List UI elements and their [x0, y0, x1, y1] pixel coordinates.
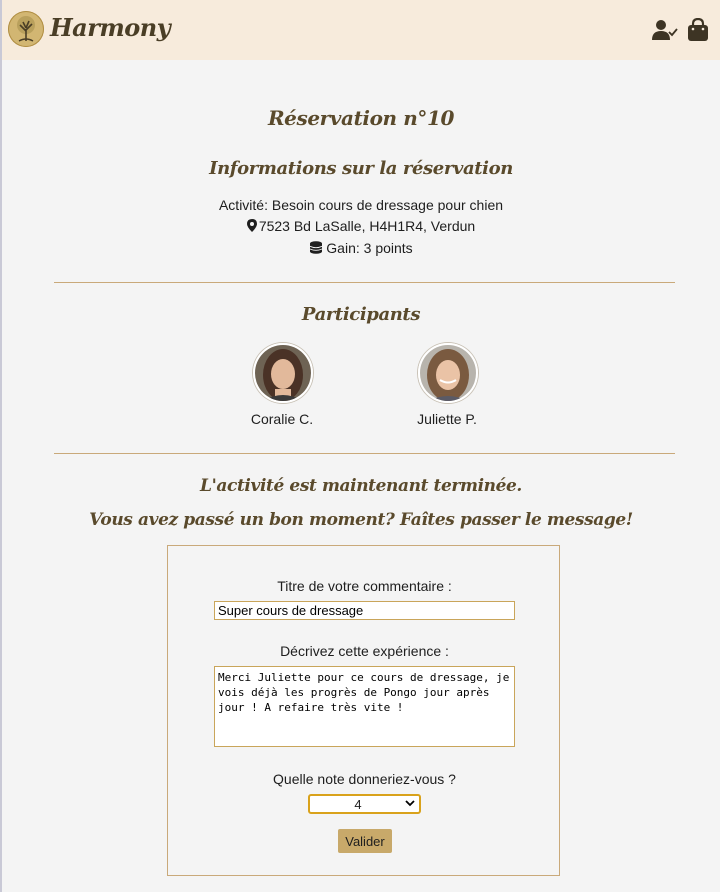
avatar[interactable]: [418, 343, 478, 403]
user-check-icon[interactable]: [652, 18, 678, 42]
map-marker-icon: [246, 219, 257, 232]
rating-select[interactable]: 4: [308, 794, 421, 814]
rating-label: Quelle note donneriez-vous ?: [273, 771, 456, 787]
description-textarea[interactable]: Merci Juliette pour ce cours de dressage…: [214, 666, 515, 747]
description-label: Décrivez cette expérience :: [280, 643, 449, 659]
brand-name[interactable]: Harmony: [50, 13, 171, 42]
divider: [54, 282, 675, 283]
info-heading: Informations sur la réservation: [209, 158, 513, 179]
avatar[interactable]: [253, 343, 313, 403]
gain-text: Gain: 3 points: [326, 240, 413, 256]
shopping-bag-icon[interactable]: [687, 18, 709, 42]
chevron-down-icon: [405, 800, 415, 807]
gain-line: Gain: 3 points: [2, 240, 720, 256]
navbar: Harmony: [2, 0, 720, 60]
comment-title-input[interactable]: [214, 601, 515, 620]
participants-heading: Participants: [301, 304, 421, 325]
divider: [54, 453, 675, 454]
review-form: Titre de votre commentaire : Décrivez ce…: [167, 545, 560, 876]
title-label: Titre de votre commentaire :: [277, 578, 452, 594]
address-text: 7523 Bd LaSalle, H4H1R4, Verdun: [258, 218, 476, 234]
rating-value: 4: [354, 797, 362, 812]
coins-icon: [310, 241, 323, 254]
share-message-heading: Vous avez passé un bon moment? Faîtes pa…: [89, 510, 633, 530]
participant-name: Coralie C.: [250, 411, 314, 427]
submit-button[interactable]: Valider: [338, 829, 392, 853]
activity-finished-heading: L'activité est maintenant terminée.: [200, 476, 522, 496]
page-title: Réservation n°10: [267, 106, 455, 130]
harmony-tree-logo[interactable]: [8, 11, 44, 47]
participant-name: Juliette P.: [417, 411, 477, 427]
activity-text: Activité: Besoin cours de dressage pour …: [218, 197, 504, 213]
address-line: 7523 Bd LaSalle, H4H1R4, Verdun: [2, 218, 720, 234]
